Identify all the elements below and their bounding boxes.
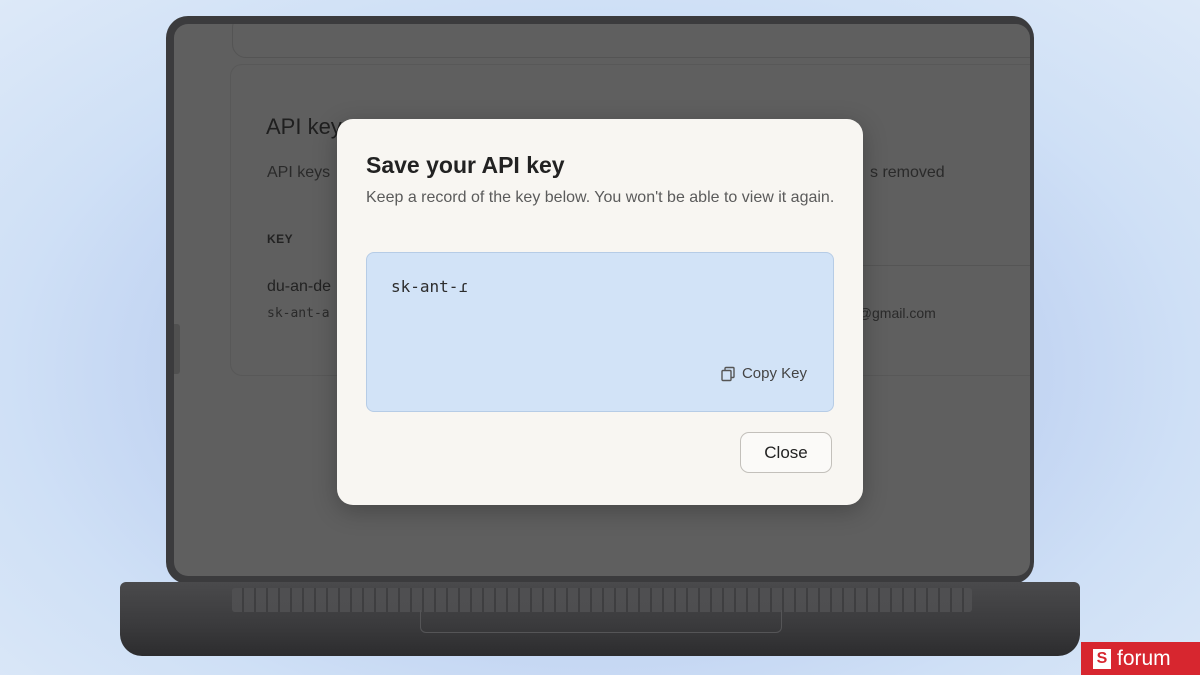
sforum-logo-icon: S <box>1093 648 1111 669</box>
laptop-keyboard <box>232 588 972 612</box>
api-key-value[interactable]: sk-ant-ɾ <box>391 277 468 296</box>
save-api-key-dialog: Save your API key Keep a record of the k… <box>337 119 863 505</box>
api-keys-description-end: s removed <box>870 164 945 181</box>
sforum-watermark: S forum <box>1081 642 1200 675</box>
copy-key-label: Copy Key <box>741 365 807 382</box>
dialog-description: Keep a record of the key below. You won'… <box>366 189 835 206</box>
copy-key-button[interactable]: Copy Key <box>720 365 807 382</box>
sidebar-handle <box>174 324 180 374</box>
dialog-title: Save your API key <box>366 152 565 178</box>
key-column-header: KEY <box>267 232 294 246</box>
sforum-brand-text: forum <box>1117 646 1171 670</box>
api-keys-description: API keys <box>267 164 331 181</box>
api-key-row-key: sk-ant-a <box>267 306 330 321</box>
api-key-display-box: sk-ant-ɾ Copy Key <box>366 252 834 412</box>
api-key-row-name: du-an-de <box>267 278 332 295</box>
top-settings-card <box>232 24 1030 58</box>
laptop-trackpad <box>420 610 782 633</box>
close-button[interactable]: Close <box>740 432 832 473</box>
api-keys-section-title: API key <box>266 114 342 139</box>
copy-icon <box>720 366 736 382</box>
table-divider <box>834 265 1030 266</box>
